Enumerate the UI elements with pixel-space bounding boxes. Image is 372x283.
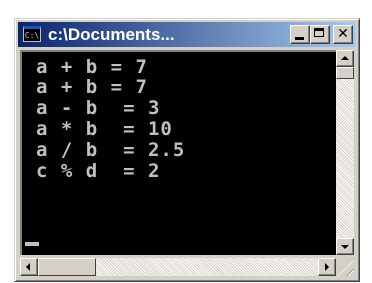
arrow-right-icon: [325, 263, 329, 271]
minimize-button[interactable]: [290, 25, 310, 44]
console-line: a - b = 3: [36, 97, 161, 119]
title-bar[interactable]: C:\ c:\Documents... ✕: [18, 22, 356, 47]
vertical-scroll-thumb[interactable]: [336, 67, 354, 79]
console-line: a * b = 10: [36, 118, 173, 140]
minimize-icon: [295, 37, 304, 40]
close-icon: ✕: [337, 26, 349, 42]
maximize-button[interactable]: [310, 25, 330, 44]
horizontal-scrollbar[interactable]: [20, 258, 336, 276]
console-window: C:\ c:\Documents... ✕ a + b = 7 a + b = …: [14, 18, 360, 282]
arrow-left-icon: [26, 263, 30, 271]
scroll-left-button[interactable]: [20, 258, 38, 276]
scroll-up-button[interactable]: [336, 50, 354, 67]
console-line: a / b = 2.5: [36, 139, 186, 161]
scroll-down-button[interactable]: [336, 238, 354, 255]
console-output[interactable]: a + b = 7 a + b = 7 a - b = 3 a * b = 10…: [20, 50, 336, 255]
text-cursor: [25, 242, 39, 246]
close-button[interactable]: ✕: [333, 25, 353, 44]
arrow-down-icon: [341, 245, 349, 249]
console-line: c % d = 2: [36, 160, 161, 182]
scroll-right-button[interactable]: [318, 258, 336, 276]
vertical-scrollbar[interactable]: [336, 50, 354, 255]
horizontal-scroll-thumb[interactable]: [38, 258, 96, 276]
arrow-up-icon: [341, 56, 349, 60]
console-line: a + b = 7: [36, 76, 148, 98]
window-title: c:\Documents...: [48, 25, 175, 44]
console-line: a + b = 7: [36, 56, 148, 78]
cmd-icon[interactable]: C:\: [23, 26, 41, 42]
resize-grip-icon[interactable]: [338, 260, 354, 276]
maximize-icon: [314, 28, 324, 37]
